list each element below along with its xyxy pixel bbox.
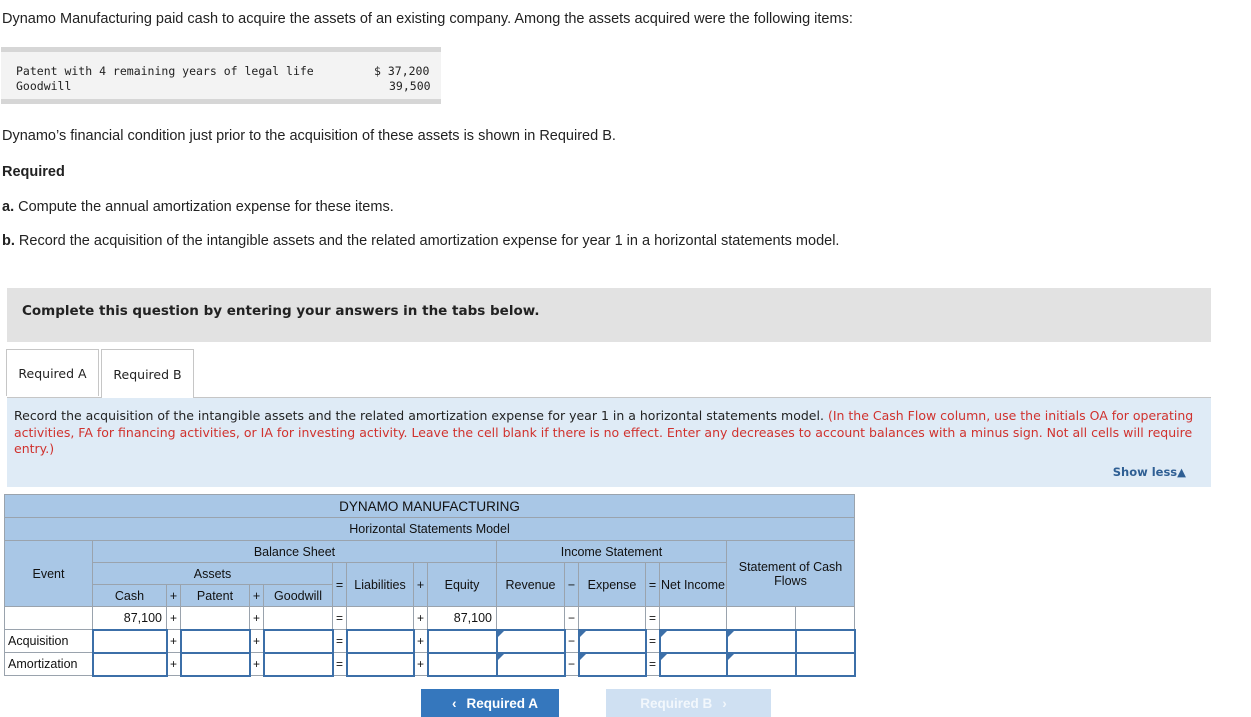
instructions-main: Record the acquisition of the intangible… xyxy=(14,408,824,423)
revenue-input[interactable] xyxy=(495,651,566,677)
next-button-label: Required B xyxy=(640,695,713,711)
intro-text: Dynamo Manufacturing paid cash to acquir… xyxy=(2,11,853,27)
instructions-panel: Record the acquisition of the intangible… xyxy=(7,397,1211,487)
part-a-letter: a. xyxy=(2,199,15,215)
net-income-input[interactable] xyxy=(658,651,728,677)
revenue-input[interactable] xyxy=(495,628,566,654)
equity-input[interactable] xyxy=(426,628,498,654)
part-b-text: Record the acquisition of the intangible… xyxy=(14,233,840,249)
chevron-right-icon: › xyxy=(722,695,727,711)
income-statement-header: Income Statement xyxy=(496,540,727,563)
cash-input[interactable] xyxy=(91,651,168,677)
cash-flow-type-input[interactable] xyxy=(794,651,856,677)
equity-input[interactable] xyxy=(426,651,498,677)
assets-header: Assets xyxy=(92,562,333,585)
horizontal-statements-model: DYNAMO MANUFACTURING Horizontal Statemen… xyxy=(4,494,856,677)
company-name: DYNAMO MANUFACTURING xyxy=(4,494,855,518)
patent-header: Patent xyxy=(180,584,250,607)
goodwill-input[interactable] xyxy=(262,651,334,677)
expense-input[interactable] xyxy=(577,651,647,677)
event-label: Amortization xyxy=(4,652,93,676)
patent-input[interactable] xyxy=(179,651,251,677)
minus-sign: − xyxy=(564,562,579,607)
equity-beginning-value: 87,100 xyxy=(427,606,497,630)
plus-sign: + xyxy=(166,584,181,607)
cash-flow-amount-input[interactable] xyxy=(725,651,797,677)
goodwill-input[interactable] xyxy=(262,628,334,654)
expense-input[interactable] xyxy=(577,628,647,654)
cash-header: Cash xyxy=(92,584,167,607)
asset-row-label: Patent with 4 remaining years of legal l… xyxy=(16,64,314,78)
instructions-text: Record the acquisition of the intangible… xyxy=(14,408,1199,458)
expense-header: Expense xyxy=(578,562,646,607)
previous-button-label: Required A xyxy=(466,695,538,711)
liabilities-input[interactable] xyxy=(345,628,415,654)
condition-text: Dynamo’s financial condition just prior … xyxy=(2,128,616,144)
chevron-left-icon: ‹ xyxy=(451,695,457,711)
complete-banner: Complete this question by entering your … xyxy=(7,288,1211,342)
cash-flow-type-input[interactable] xyxy=(794,628,856,654)
beginning-balance-row: 87,100 + + = + 87,100 − = xyxy=(4,606,855,630)
eq-sign: = xyxy=(645,562,660,607)
tab-required-a[interactable]: Required A xyxy=(6,349,99,396)
asset-row-value: 39,500 xyxy=(389,79,431,93)
required-heading: Required xyxy=(2,164,65,180)
cash-beginning-value: 87,100 xyxy=(92,606,167,630)
part-b-letter: b. xyxy=(2,233,15,249)
revenue-header: Revenue xyxy=(496,562,565,607)
show-less-link[interactable]: Show less▲ xyxy=(1113,465,1186,479)
liabilities-input[interactable] xyxy=(345,651,415,677)
balance-sheet-header: Balance Sheet xyxy=(92,540,497,563)
amortization-row: Amortization + + = + − = xyxy=(4,651,856,677)
liabilities-header: Liabilities xyxy=(346,562,414,607)
asset-row-value: $ 37,200 xyxy=(374,64,430,78)
goodwill-header: Goodwill xyxy=(263,584,333,607)
net-income-input[interactable] xyxy=(658,628,728,654)
eq-sign: = xyxy=(332,562,347,607)
previous-button[interactable]: ‹ Required A xyxy=(421,689,559,717)
patent-input[interactable] xyxy=(179,628,251,654)
acquisition-row: Acquisition + + = + − = xyxy=(4,628,856,654)
part-a: a. Compute the annual amortization expen… xyxy=(2,199,394,215)
event-header: Event xyxy=(4,540,93,607)
plus-sign: + xyxy=(249,584,264,607)
cash-flow-amount-input[interactable] xyxy=(725,628,797,654)
next-button[interactable]: Required B › xyxy=(606,689,771,717)
tab-required-b[interactable]: Required B xyxy=(101,349,194,398)
part-a-text: Compute the annual amortization expense … xyxy=(14,199,394,215)
part-b: b. Record the acquisition of the intangi… xyxy=(2,233,839,249)
net-income-header: Net Income xyxy=(659,562,727,607)
plus-sign: + xyxy=(413,562,428,607)
model-title: Horizontal Statements Model xyxy=(4,517,855,541)
cash-flows-header: Statement of Cash Flows xyxy=(726,540,855,607)
event-label: Acquisition xyxy=(4,629,93,653)
cash-input[interactable] xyxy=(91,628,168,654)
acquired-assets-table: Patent with 4 remaining years of legal l… xyxy=(1,47,441,104)
equity-header: Equity xyxy=(427,562,497,607)
asset-row-label: Goodwill xyxy=(16,79,72,93)
complete-banner-text: Complete this question by entering your … xyxy=(22,303,540,319)
